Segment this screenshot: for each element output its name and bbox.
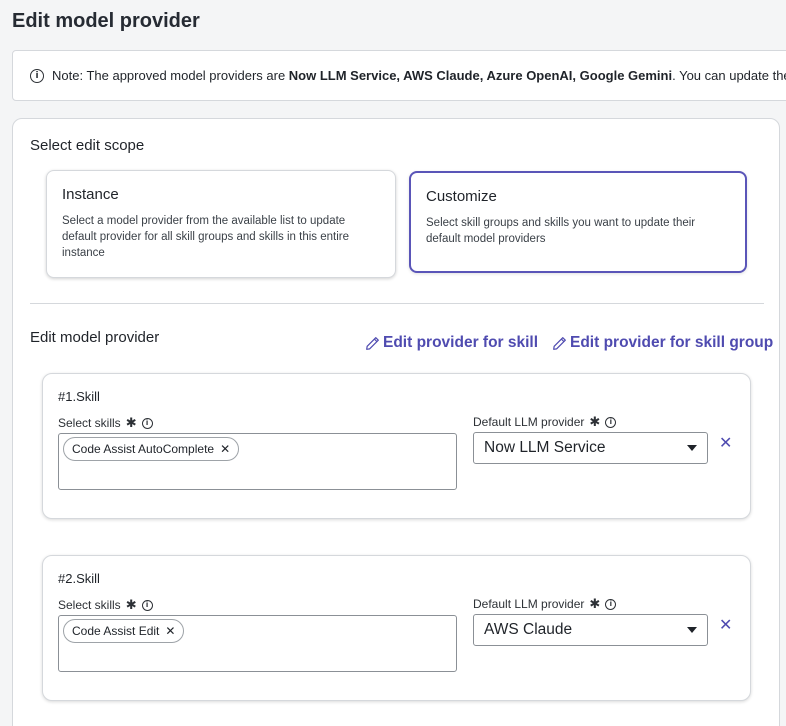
note-providers: Now LLM Service, AWS Claude, Azure OpenA…: [288, 68, 673, 83]
edit-model-provider-title: Edit model provider: [30, 329, 160, 346]
edit-provider-for-skill-group-link[interactable]: Edit provider for skill group: [552, 334, 773, 352]
info-icon[interactable]: i: [605, 416, 617, 428]
pencil-icon: [553, 336, 566, 350]
edit-provider-for-skill-group-label: Edit provider for skill group: [570, 334, 774, 351]
select-skills-text: Select skills: [58, 416, 121, 430]
scope-customize-title: Customize: [426, 188, 497, 205]
scope-customize-description: Select skill groups and skills you want …: [426, 217, 696, 245]
close-icon[interactable]: ✕: [220, 442, 230, 456]
note-banner: i Note: The approved model providers are…: [12, 50, 786, 101]
pencil-icon: [366, 336, 379, 350]
edit-provider-for-skill-link[interactable]: Edit provider for skill: [365, 334, 538, 352]
page-title: Edit model provider: [12, 10, 200, 32]
default-llm-provider-label: Default LLM provider ✱ i: [473, 414, 617, 430]
select-edit-scope-title: Select edit scope: [30, 137, 145, 154]
select-skills-label: Select skills ✱ i: [58, 415, 153, 431]
chevron-down-icon: [687, 445, 697, 451]
scope-instance-title: Instance: [62, 186, 119, 203]
skill-number: #1.Skill: [58, 389, 100, 404]
close-icon[interactable]: ✕: [165, 624, 175, 638]
llm-provider-selected-value: Now LLM Service: [484, 439, 606, 456]
llm-provider-select[interactable]: AWS Claude: [473, 614, 708, 646]
llm-provider-select[interactable]: Now LLM Service: [473, 432, 708, 464]
edit-scope-panel: Select edit scope Instance Select a mode…: [12, 118, 780, 726]
scope-option-instance[interactable]: Instance Select a model provider from th…: [46, 170, 396, 278]
info-icon: i: [30, 68, 44, 83]
scope-option-customize[interactable]: Customize Select skill groups and skills…: [409, 171, 747, 273]
default-llm-provider-text: Default LLM provider: [473, 415, 585, 429]
note-suffix: . You can update the defa: [672, 68, 786, 83]
skill-card-1: #1.Skill Select skills ✱ i Code Assist A…: [42, 373, 751, 519]
skills-multiselect-input[interactable]: Code Assist AutoComplete ✕: [58, 433, 457, 490]
llm-provider-selected-value: AWS Claude: [484, 621, 573, 638]
required-asterisk-icon: ✱: [589, 414, 601, 429]
info-icon[interactable]: i: [141, 417, 153, 429]
skill-chip: Code Assist AutoComplete ✕: [63, 437, 240, 461]
skill-chip-label: Code Assist AutoComplete: [72, 442, 215, 456]
skill-chip-label: Code Assist Edit: [72, 624, 160, 638]
required-asterisk-icon: ✱: [125, 597, 137, 612]
skill-number: #2.Skill: [58, 571, 100, 586]
skill-chip: Code Assist Edit ✕: [63, 619, 185, 643]
info-icon[interactable]: i: [141, 599, 153, 611]
required-asterisk-icon: ✱: [125, 415, 137, 430]
divider: [30, 303, 764, 304]
default-llm-provider-text: Default LLM provider: [473, 597, 585, 611]
remove-skill-close-icon[interactable]: ✕: [719, 435, 735, 451]
edit-provider-for-skill-label: Edit provider for skill: [383, 334, 539, 351]
skill-card-2: #2.Skill Select skills ✱ i Code Assist E…: [42, 555, 751, 701]
note-prefix: Note: The approved model providers are: [52, 68, 289, 83]
required-asterisk-icon: ✱: [589, 596, 601, 611]
select-skills-label: Select skills ✱ i: [58, 597, 153, 613]
default-llm-provider-label: Default LLM provider ✱ i: [473, 596, 617, 612]
info-icon[interactable]: i: [605, 598, 617, 610]
chevron-down-icon: [687, 627, 697, 633]
skills-multiselect-input[interactable]: Code Assist Edit ✕: [58, 615, 457, 672]
remove-skill-close-icon[interactable]: ✕: [719, 617, 735, 633]
select-skills-text: Select skills: [58, 598, 121, 612]
scope-instance-description: Select a model provider from the availab…: [62, 215, 349, 259]
